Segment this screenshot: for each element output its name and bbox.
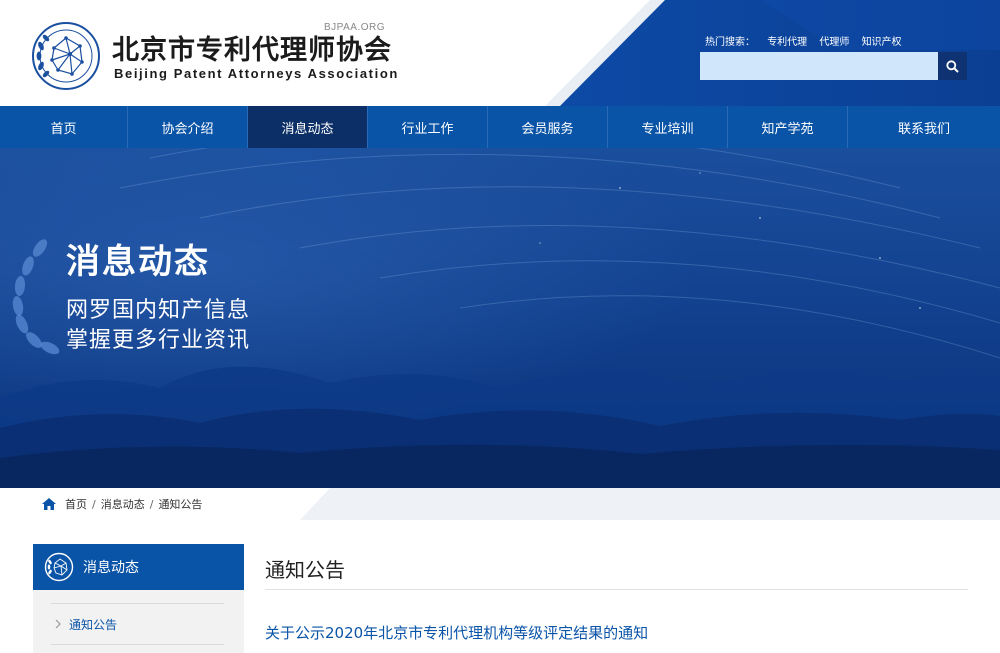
nav-item-about[interactable]: 协会介绍 [128,106,248,148]
page-title: 通知公告 [265,558,345,582]
sidebar-item-label: 通知公告 [69,617,118,632]
home-icon[interactable] [42,498,56,510]
search-button[interactable] [938,52,967,80]
hot-search-label: 热门搜索： [705,37,755,48]
logo-title-en: Beijing Patent Attorneys Association [114,66,399,81]
hot-term-link[interactable]: 专利代理 [767,37,807,48]
nav-item-academy[interactable]: 知产学苑 [728,106,848,148]
sidebar-menu: 通知公告 [33,590,244,653]
breadcrumb-separator: / [92,497,96,511]
sidebar-header: 消息动态 [33,544,244,590]
association-emblem-icon [44,552,74,582]
breadcrumb: 首页 / 消息动态 / 通知公告 [42,496,202,512]
hot-term-link[interactable]: 知识产权 [862,37,902,48]
breadcrumb-link-home[interactable]: 首页 [65,496,87,512]
breadcrumb-separator: / [149,497,154,511]
banner-subtitle-1: 网罗国内知产信息 [66,298,251,323]
nav-item-contact[interactable]: 联系我们 [848,106,1000,148]
main-nav: 首页 协会介绍 消息动态 行业工作 会员服务 专业培训 知产学苑 联系我们 [0,106,1000,148]
nav-item-home[interactable]: 首页 [0,106,128,148]
breadcrumb-current[interactable]: 通知公告 [158,496,202,512]
site-header: BJPAA.ORG 北京市专利代理师协会 Beijing Patent Atto… [0,0,1000,106]
hot-term-link[interactable]: 代理师 [819,37,849,48]
nav-item-industry[interactable]: 行业工作 [368,106,488,148]
nav-item-training[interactable]: 专业培训 [608,106,728,148]
article-link[interactable]: 关于公示2020年北京市专利代理机构等级评定结果的通知 [265,622,648,643]
nav-item-news[interactable]: 消息动态 [248,106,368,148]
nav-item-member[interactable]: 会员服务 [488,106,608,148]
chevron-right-icon [55,619,61,629]
logo-title-cn: 北京市专利代理师协会 [112,35,392,66]
search-icon [946,59,959,73]
hot-search: 热门搜索： 专利代理 代理师 知识产权 [705,33,911,48]
logo[interactable]: BJPAA.ORG 北京市专利代理师协会 Beijing Patent Atto… [30,20,400,92]
sidebar-item-notices[interactable]: 通知公告 [51,603,224,645]
banner-title: 消息动态 [66,242,210,282]
association-emblem-icon [32,22,100,90]
search-input[interactable] [700,52,938,80]
hero-banner: 消息动态 网罗国内知产信息 掌握更多行业资讯 [0,148,1000,488]
breadcrumb-link-news[interactable]: 消息动态 [101,496,145,512]
title-divider [265,589,968,590]
sidebar-title: 消息动态 [83,560,139,576]
banner-subtitle-2: 掌握更多行业资讯 [66,328,251,353]
